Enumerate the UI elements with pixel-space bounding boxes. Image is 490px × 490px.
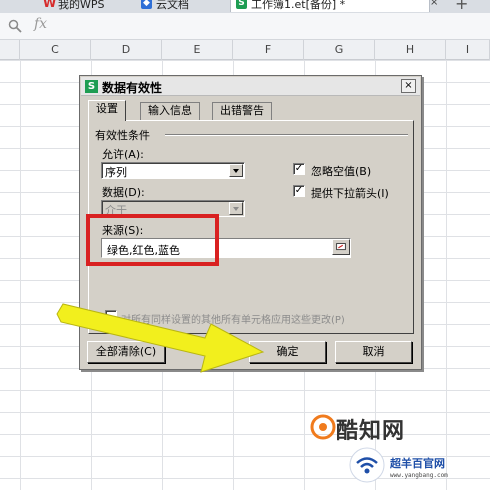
zoom-icon[interactable] [8, 19, 22, 33]
cloud-doc-icon: ◆ [141, 0, 152, 9]
wifi-logo-icon [349, 447, 385, 483]
highlight-annotation [86, 214, 219, 266]
dialog-title-bar[interactable]: S 数据有效性 × [81, 77, 420, 96]
column-header[interactable]: C [20, 40, 91, 60]
tab-my-wps[interactable]: W 我的WPS [38, 0, 110, 12]
column-header[interactable]: F [233, 40, 304, 60]
cancel-button[interactable]: 取消 [335, 341, 412, 363]
watermark-name-secondary: 超羊百官网 [390, 457, 445, 470]
column-header[interactable]: G [304, 40, 375, 60]
wps-logo-icon: W [43, 0, 57, 10]
watermark-url: www.yangbang.com [390, 472, 448, 479]
tab-label: 云文档 [156, 0, 189, 11]
tab-error-alert[interactable]: 出错警告 [212, 102, 272, 120]
tab-workbook[interactable]: S 工作簿1.et[备份] * [230, 0, 430, 12]
ignore-blank-label[interactable]: 忽略空值(B) [311, 163, 371, 179]
column-headers: C D E F G H I [0, 40, 490, 60]
dialog-title: 数据有效性 [102, 81, 163, 95]
watermark-name: 酷知网 [336, 419, 406, 444]
document-tab-bar: W 我的WPS ◆ 云文档 S 工作簿1.et[备份] * × + [0, 0, 490, 13]
tab-settings[interactable]: 设置 [88, 100, 126, 121]
new-tab-icon[interactable]: + [455, 0, 468, 13]
tab-input-message[interactable]: 输入信息 [140, 102, 200, 120]
allow-label: 允许(A): [102, 148, 144, 161]
column-header[interactable]: D [91, 40, 162, 60]
tab-label: 我的WPS [58, 0, 105, 11]
corner-cell[interactable] [0, 40, 20, 60]
dropdown-arrow-label[interactable]: 提供下拉箭头(I) [311, 185, 389, 201]
column-header[interactable]: I [446, 40, 490, 60]
site-logo-icon [310, 414, 336, 440]
collapse-dialog-icon[interactable] [332, 239, 350, 255]
allow-select[interactable]: 序列 [101, 162, 245, 179]
dropdown-arrow-checkbox[interactable]: ✓ [293, 185, 305, 197]
chevron-down-icon [229, 202, 243, 215]
data-label: 数据(D): [102, 186, 145, 199]
chevron-down-icon[interactable] [229, 164, 243, 177]
spreadsheet-icon: S [236, 0, 247, 9]
function-icon[interactable]: fx [34, 16, 47, 32]
pointer-arrow-annotation [56, 303, 265, 373]
tab-cloud-docs[interactable]: ◆ 云文档 [136, 0, 194, 12]
close-tab-icon[interactable]: × [430, 0, 438, 8]
formula-bar: fx [0, 13, 490, 40]
validation-criteria-heading: 有效性条件 [95, 129, 150, 142]
tab-label: 工作簿1.et[备份] * [251, 0, 346, 11]
column-header[interactable]: E [162, 40, 233, 60]
column-header[interactable]: H [375, 40, 446, 60]
close-icon[interactable]: × [401, 79, 416, 93]
ignore-blank-checkbox[interactable]: ✓ [293, 163, 305, 175]
section-divider [165, 134, 408, 136]
spreadsheet-icon: S [85, 80, 98, 93]
watermark: 酷知网 超羊百官网 www.yangbang.com [308, 408, 488, 488]
allow-value: 序列 [105, 166, 127, 179]
